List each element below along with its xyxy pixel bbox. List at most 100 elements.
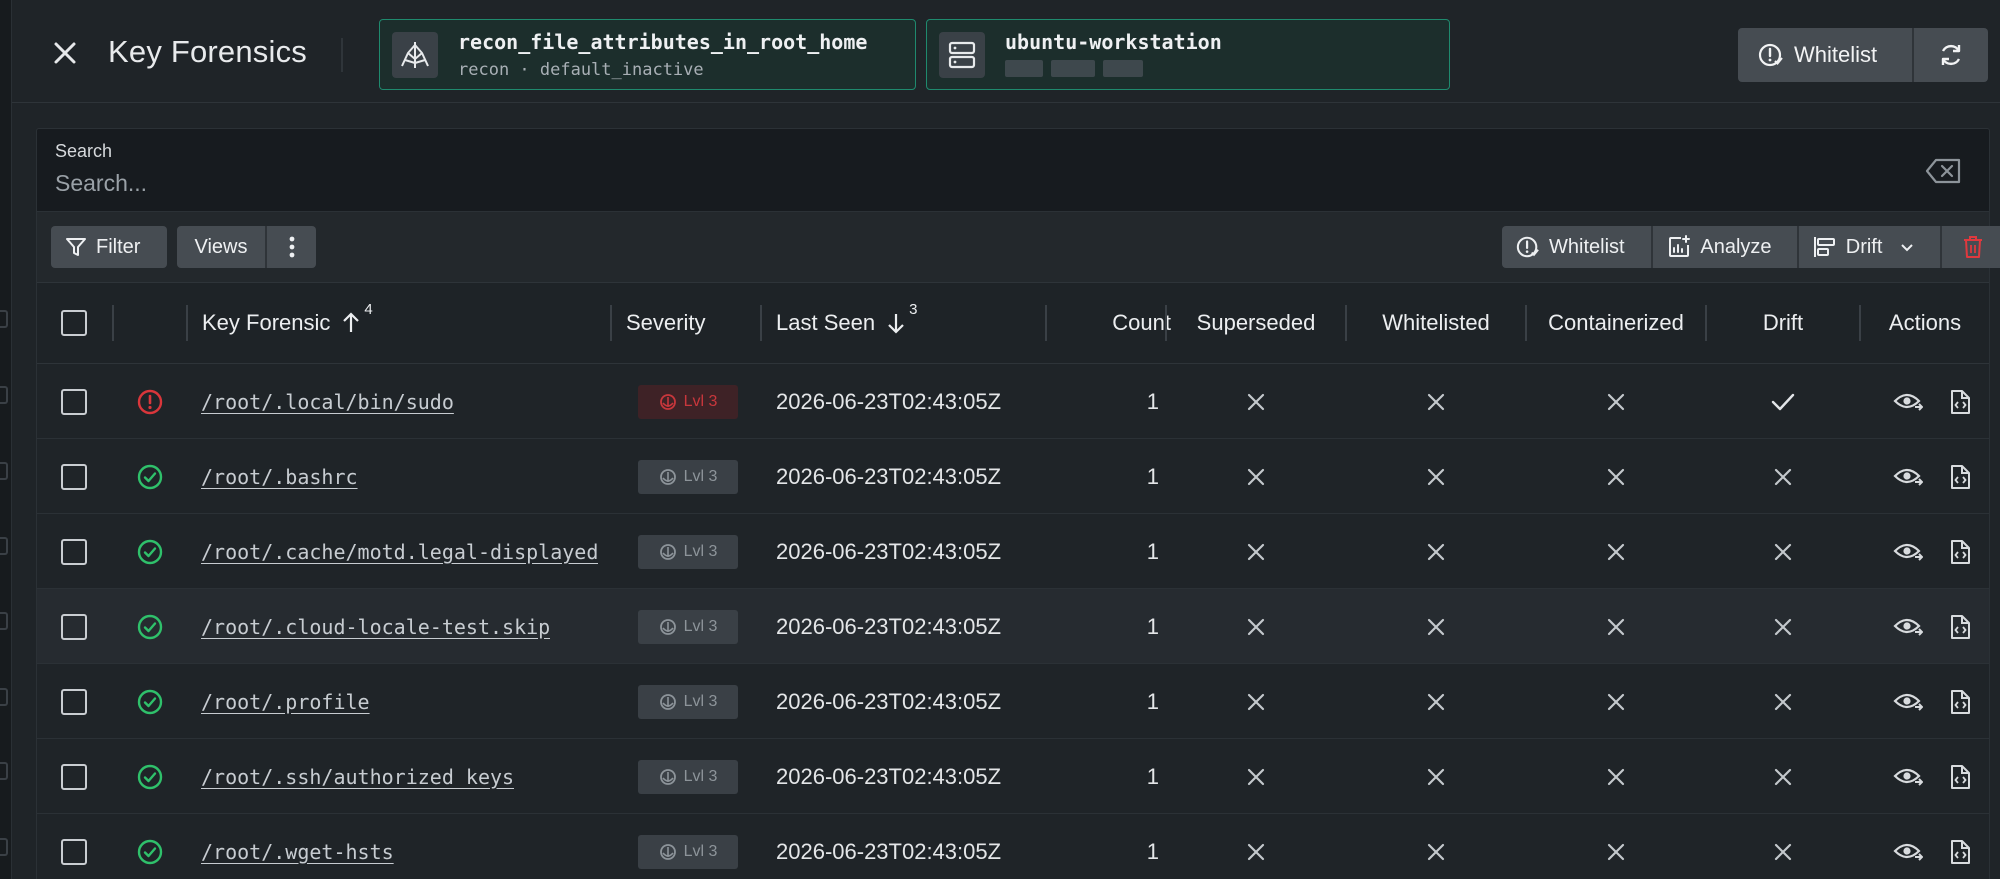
- x-mark-icon: [1427, 843, 1445, 860]
- key-forensics-panel: Key Forensics recon_file_attributes_in_r…: [12, 0, 2000, 879]
- row-checkbox[interactable]: [61, 463, 87, 490]
- x-mark-icon: [1607, 393, 1625, 410]
- row-checkbox[interactable]: [61, 388, 87, 415]
- count-cell: 1: [1047, 439, 1171, 514]
- redacted-block: [1103, 60, 1143, 77]
- filter-button[interactable]: Filter: [51, 226, 167, 268]
- key-forensic-link[interactable]: /root/.profile: [201, 690, 370, 714]
- row-checkbox[interactable]: [61, 763, 87, 790]
- x-mark-icon: [1427, 468, 1445, 485]
- x-mark-icon: [1247, 693, 1265, 710]
- clear-search-icon[interactable]: [1925, 157, 1963, 185]
- key-forensic-link[interactable]: /root/.cache/motd.legal-displayed: [201, 540, 598, 564]
- whitelisted-cell: [1347, 664, 1525, 739]
- view-details-button[interactable]: [1893, 616, 1923, 638]
- key-forensic-link[interactable]: /root/.local/bin/sudo: [201, 390, 454, 414]
- view-source-button[interactable]: [1949, 764, 1971, 790]
- chevron-down-icon: [1901, 244, 1914, 252]
- view-source-button[interactable]: [1949, 389, 1971, 415]
- views-button[interactable]: Views: [177, 226, 265, 268]
- row-select-cell: [61, 739, 87, 814]
- row-status-cell: [137, 664, 163, 739]
- row-checkbox[interactable]: [61, 613, 87, 640]
- table-row[interactable]: /root/.cache/motd.legal-displayed Lvl 3 20…: [37, 514, 1989, 589]
- col-key-forensic[interactable]: Key Forensic 4: [202, 283, 373, 363]
- sort-desc-icon: [888, 314, 904, 334]
- col-actions-label: Actions: [1888, 310, 1962, 335]
- last-seen-value: 2026-06-23T02:43:05Z: [776, 763, 1002, 789]
- col-whitelisted-label: Whitelisted: [1382, 310, 1490, 335]
- x-mark-icon: [1427, 768, 1445, 785]
- table-row[interactable]: /root/.cloud-locale-test.skip Lvl 3 2026-0…: [37, 589, 1989, 664]
- view-source-button[interactable]: [1949, 614, 1971, 640]
- col-key-forensic-label: Key Forensic: [202, 310, 331, 335]
- drift-dropdown-button[interactable]: Drift: [1799, 226, 1940, 268]
- col-severity[interactable]: Severity: [626, 283, 705, 363]
- background-row-marker: [0, 762, 8, 780]
- severity-label: Lvl 3: [683, 842, 718, 860]
- col-last-seen[interactable]: Last Seen 3: [776, 283, 917, 363]
- rule-name: recon_file_attributes_in_root_home: [458, 30, 868, 54]
- delete-button[interactable]: [1942, 226, 2000, 268]
- whitelisted-cell: [1347, 814, 1525, 879]
- count-value: 1: [1146, 613, 1159, 639]
- header-actions: Whitelist: [1738, 28, 1988, 82]
- analyze-button[interactable]: Analyze: [1653, 226, 1796, 268]
- table-row[interactable]: /root/.ssh/authorized_keys Lvl 3 2026-06-2…: [37, 739, 1989, 814]
- whitelist-button[interactable]: Whitelist: [1502, 226, 1651, 268]
- view-details-button[interactable]: [1893, 766, 1923, 788]
- col-containerized[interactable]: Containerized: [1527, 283, 1705, 363]
- view-source-button[interactable]: [1949, 539, 1971, 565]
- col-whitelisted[interactable]: Whitelisted: [1347, 283, 1525, 363]
- col-last-seen-label: Last Seen: [776, 310, 876, 335]
- view-details-button[interactable]: [1893, 541, 1923, 563]
- status-ok-icon: [137, 464, 163, 489]
- key-forensic-link[interactable]: /root/.bashrc: [201, 465, 358, 489]
- x-mark-icon: [1427, 543, 1445, 560]
- status-ok-icon: [137, 689, 163, 714]
- col-drift-label: Drift: [1762, 310, 1804, 335]
- table-row[interactable]: /root/.profile Lvl 3 2026-06-23T02:43:05Z 1: [37, 664, 1989, 739]
- view-source-button[interactable]: [1949, 464, 1971, 490]
- row-status-cell: [137, 514, 163, 589]
- table-row[interactable]: /root/.wget-hsts Lvl 3 2026-06-23T02:43:05…: [37, 814, 1989, 879]
- row-checkbox[interactable]: [61, 538, 87, 565]
- x-mark-icon: [1247, 843, 1265, 860]
- col-superseded[interactable]: Superseded: [1167, 283, 1345, 363]
- close-button[interactable]: [50, 38, 80, 68]
- views-more-button[interactable]: [267, 226, 316, 268]
- rule-chip[interactable]: recon_file_attributes_in_root_home recon…: [379, 19, 916, 90]
- view-details-button[interactable]: [1893, 691, 1923, 713]
- row-checkbox[interactable]: [61, 688, 87, 715]
- table-row[interactable]: /root/.local/bin/sudo Lvl 3 2026-06-23T02:…: [37, 364, 1989, 439]
- host-chip[interactable]: ubuntu-workstation: [926, 19, 1450, 90]
- search-label: Search: [55, 141, 113, 161]
- col-count[interactable]: Count: [1047, 283, 1171, 363]
- view-eye-icon: [1893, 843, 1923, 861]
- select-all-checkbox[interactable]: [61, 310, 87, 336]
- severity-label: Lvl 3: [683, 767, 718, 785]
- view-source-button[interactable]: [1949, 689, 1971, 715]
- superseded-cell: [1167, 364, 1345, 439]
- view-details-button[interactable]: [1893, 466, 1923, 488]
- key-forensic-link[interactable]: /root/.ssh/authorized_keys: [201, 765, 514, 789]
- row-status-cell: [137, 814, 163, 879]
- key-forensic-link[interactable]: /root/.wget-hsts: [201, 840, 394, 864]
- header-whitelist-button[interactable]: Whitelist: [1738, 28, 1912, 82]
- col-drift[interactable]: Drift: [1707, 283, 1859, 363]
- whitelisted-cell: [1347, 589, 1525, 664]
- view-details-button[interactable]: [1893, 841, 1923, 863]
- view-details-button[interactable]: [1893, 391, 1923, 413]
- status-ok-icon: [137, 764, 163, 789]
- table-row[interactable]: /root/.bashrc Lvl 3 2026-06-23T02:43:05Z 1: [37, 439, 1989, 514]
- view-source-button[interactable]: [1949, 839, 1971, 865]
- last-seen-value: 2026-06-23T02:43:05Z: [776, 538, 1002, 564]
- superseded-cell: [1167, 589, 1345, 664]
- row-checkbox[interactable]: [61, 838, 87, 865]
- refresh-button[interactable]: [1914, 28, 1988, 82]
- search-input[interactable]: [55, 167, 1855, 199]
- key-forensic-link[interactable]: /root/.cloud-locale-test.skip: [201, 615, 550, 639]
- last-seen-value: 2026-06-23T02:43:05Z: [776, 388, 1002, 414]
- superseded-cell: [1167, 739, 1345, 814]
- count-value: 1: [1146, 388, 1159, 414]
